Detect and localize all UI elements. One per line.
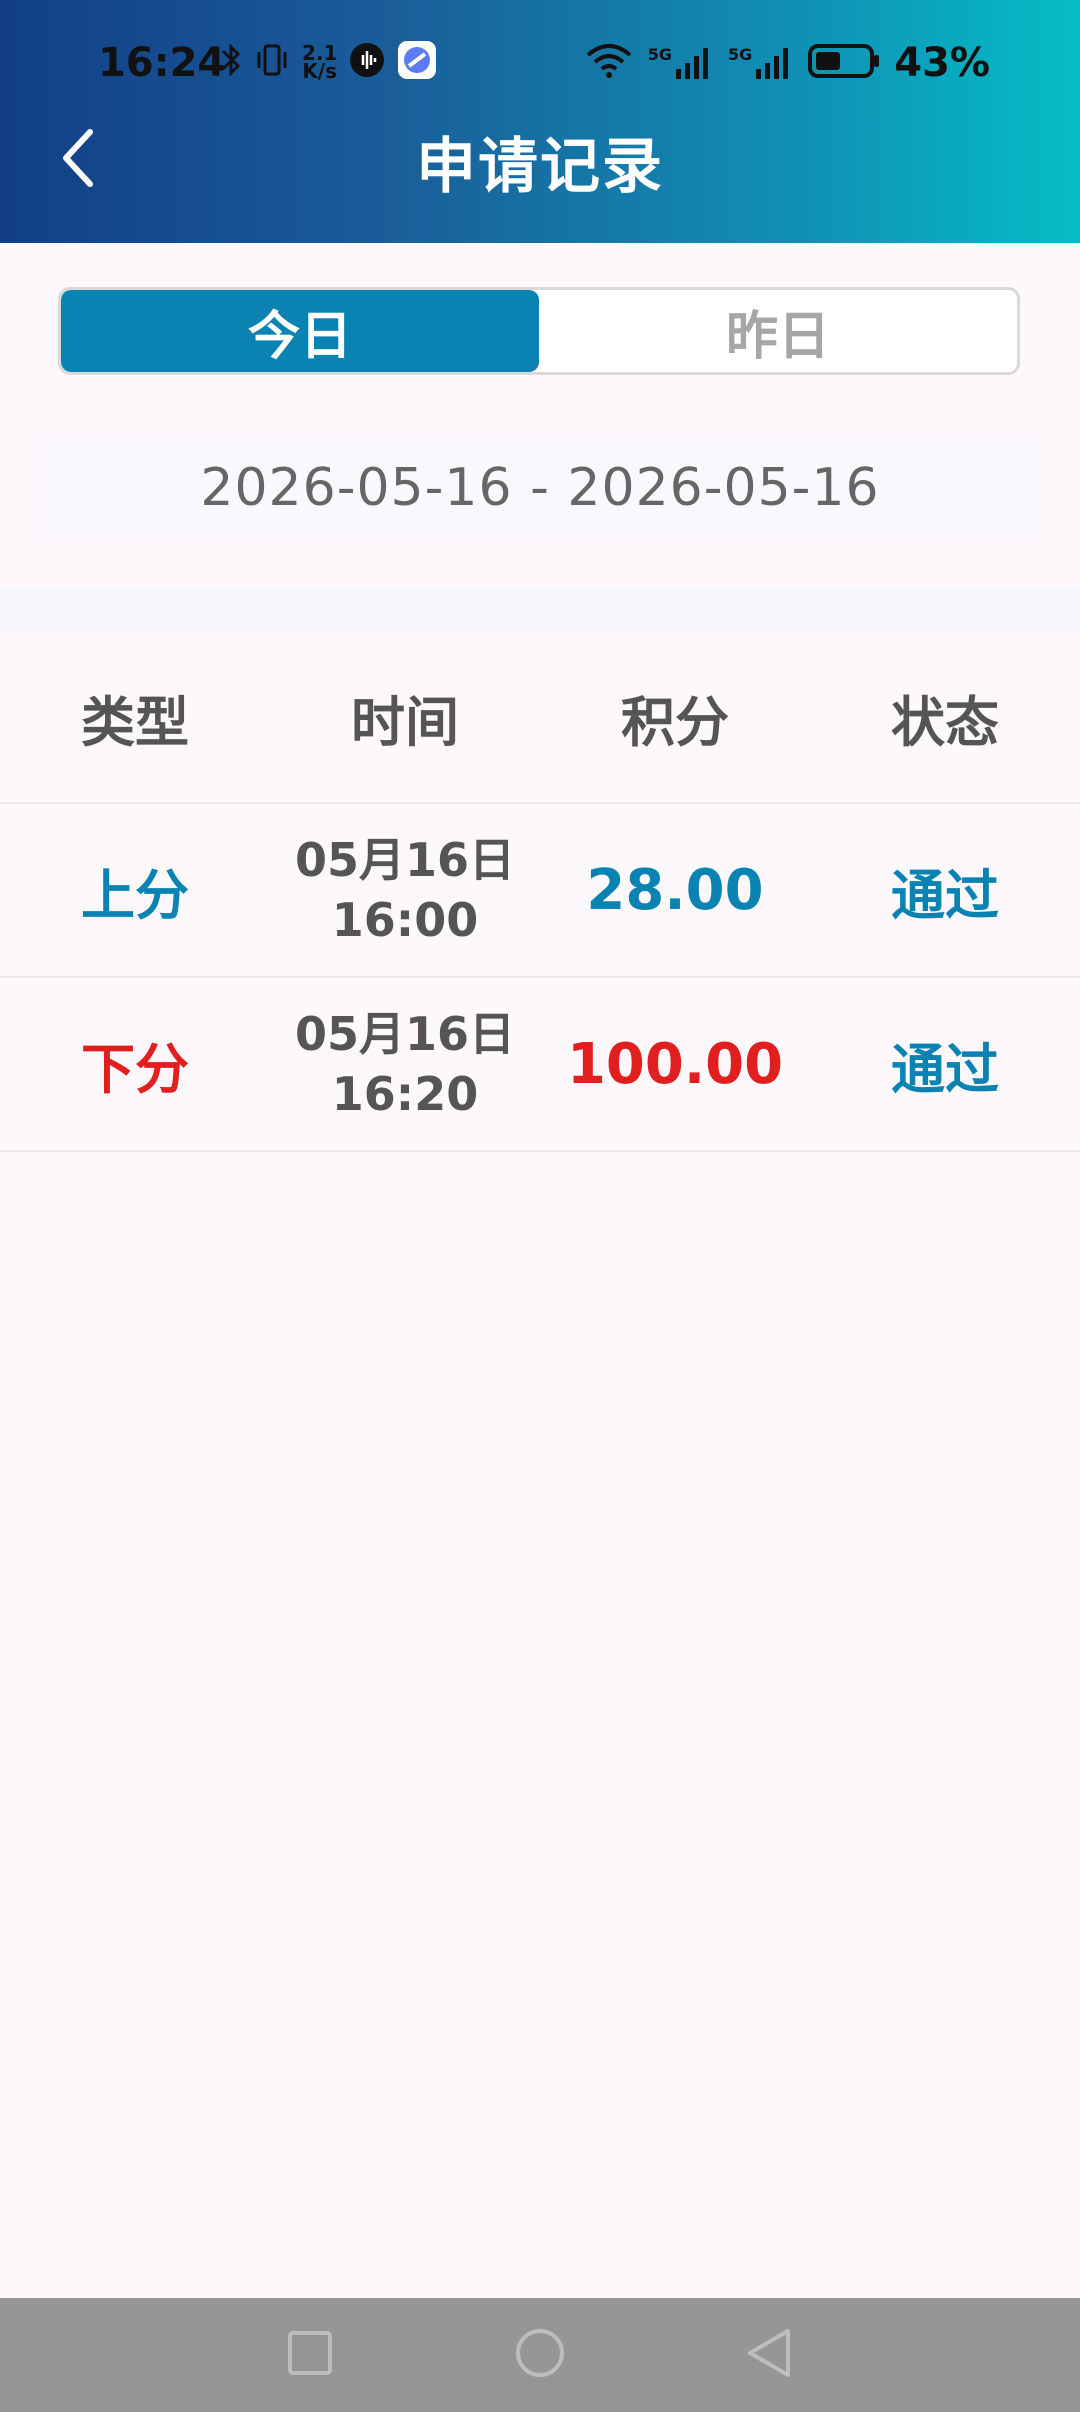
section-divider [0, 588, 1080, 632]
audio-app-icon [349, 42, 385, 82]
header-bar: 16:24 2.1 K/s 5G 5G 43% 申请记录 [0, 0, 1080, 243]
row-time-text: 16:20 [331, 1067, 479, 1121]
row-time: 05月16日 16:20 [270, 978, 540, 1150]
table-header: 类型 时间 积分 状态 [0, 632, 1080, 804]
bluetooth-icon [220, 42, 242, 82]
signal-5g-icon-2: 5G [728, 45, 794, 81]
battery-icon [808, 43, 880, 83]
row-time: 05月16日 16:00 [270, 804, 540, 976]
row-status: 通过 [891, 863, 999, 927]
signal-5g-icon-1: 5G [648, 45, 714, 81]
table-row[interactable]: 下分 05月16日 16:20 100.00 通过 [0, 978, 1080, 1152]
vibrate-icon [254, 42, 290, 82]
column-header-status: 状态 [891, 690, 999, 754]
row-time-text: 16:00 [331, 893, 479, 947]
status-right-icons: 5G 5G 43% [584, 40, 990, 86]
wifi-icon [584, 43, 634, 83]
row-type: 上分 [81, 863, 189, 927]
nav-recent-button[interactable] [270, 2315, 350, 2395]
tab-yesterday[interactable]: 昨日 [539, 290, 1017, 372]
status-left-icons: 2.1 K/s [220, 40, 437, 84]
day-tabs: 今日 昨日 [58, 287, 1020, 375]
column-header-type: 类型 [81, 690, 189, 754]
tab-today[interactable]: 今日 [61, 290, 539, 372]
browser-app-icon [397, 40, 437, 84]
table-row[interactable]: 上分 05月16日 16:00 28.00 通过 [0, 804, 1080, 978]
records-table: 类型 时间 积分 状态 上分 05月16日 16:00 28.00 通过 下分 … [0, 632, 1080, 1152]
battery-percent: 43% [894, 40, 990, 86]
row-type: 下分 [81, 1037, 189, 1101]
date-range-picker[interactable]: 2026-05-16 - 2026-05-16 [44, 438, 1036, 538]
nav-back-button[interactable] [730, 2315, 810, 2395]
net-speed: 2.1 K/s [302, 41, 338, 83]
page-title: 申请记录 [416, 132, 664, 202]
row-date-text: 05月16日 [294, 1007, 516, 1061]
triangle-back-icon [744, 2327, 796, 2383]
nav-home-button[interactable] [500, 2315, 580, 2395]
system-nav-bar [0, 2298, 1080, 2412]
row-points: 100.00 [566, 1031, 784, 1097]
status-time: 16:24 [98, 40, 226, 86]
row-points: 28.00 [586, 857, 764, 923]
column-header-time: 时间 [351, 690, 459, 754]
column-header-points: 积分 [621, 690, 729, 754]
row-status: 通过 [891, 1037, 999, 1101]
square-icon [286, 2329, 334, 2381]
circle-icon [514, 2327, 566, 2383]
row-date-text: 05月16日 [294, 833, 516, 887]
